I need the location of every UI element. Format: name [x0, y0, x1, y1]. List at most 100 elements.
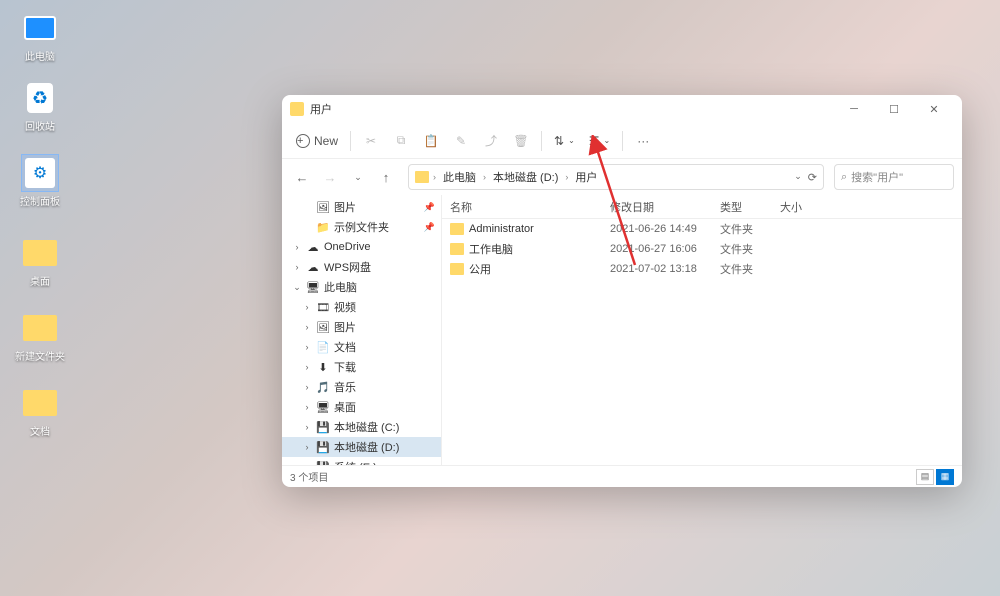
- toolbar: + New ✂ ⧉ 📋 ✎ ⤴ 🗑 ⇅⌄ ☰⌄ ···: [282, 123, 962, 159]
- cpl-icon: ⚙: [22, 155, 58, 191]
- close-button[interactable]: ✕: [914, 95, 954, 123]
- chevron-icon: ›: [292, 242, 302, 252]
- table-row[interactable]: Administrator2021-06-26 14:49文件夹: [442, 219, 962, 239]
- sidebar-item[interactable]: ›🖥桌面: [282, 397, 441, 417]
- sidebar: 🖼图片📌📁示例文件夹📌›☁OneDrive›☁WPS网盘⌄🖥此电脑›🎞视频›🖼图…: [282, 195, 442, 465]
- folder-icon: [450, 223, 464, 235]
- pin-icon: 📌: [424, 202, 435, 213]
- copy-icon: ⧉: [397, 133, 406, 148]
- minimize-button[interactable]: ─: [834, 95, 874, 123]
- doc-icon: 📄: [316, 340, 330, 354]
- new-button[interactable]: + New: [290, 127, 344, 155]
- list-icon: ☰: [589, 134, 600, 148]
- breadcrumb-item[interactable]: 本地磁盘 (D:): [490, 167, 561, 187]
- navbar: ← → ⌄ ↑ › 此电脑 › 本地磁盘 (D:) › 用户 ⌄ ⟳ ⌕ 搜索"…: [282, 159, 962, 195]
- trash-icon: 🗑: [513, 134, 528, 148]
- sidebar-item[interactable]: ›🖼图片: [282, 317, 441, 337]
- recent-dropdown[interactable]: ⌄: [346, 165, 370, 189]
- sidebar-item[interactable]: ›☁WPS网盘: [282, 257, 441, 277]
- sidebar-item[interactable]: ›💾本地磁盘 (D:): [282, 437, 441, 457]
- sidebar-item[interactable]: ›💾本地磁盘 (C:): [282, 417, 441, 437]
- titlebar[interactable]: 用户 ─ ☐ ✕: [282, 95, 962, 123]
- table-row[interactable]: 工作电脑2021-06-27 16:06文件夹: [442, 239, 962, 259]
- back-button[interactable]: ←: [290, 165, 314, 189]
- folder-icon: [22, 235, 58, 271]
- view-details-button[interactable]: ▤: [916, 469, 934, 485]
- chevron-icon: ›: [292, 262, 302, 272]
- chevron-icon: ⌄: [292, 282, 302, 293]
- scissors-icon: ✂: [366, 134, 376, 148]
- sidebar-item[interactable]: ⌄🖥此电脑: [282, 277, 441, 297]
- address-bar[interactable]: › 此电脑 › 本地磁盘 (D:) › 用户 ⌄ ⟳: [408, 164, 824, 190]
- file-list: Administrator2021-06-26 14:49文件夹工作电脑2021…: [442, 219, 962, 465]
- pc-icon: 🖥: [306, 280, 320, 294]
- plus-icon: +: [296, 134, 310, 148]
- item-count: 3 个项目: [290, 469, 328, 484]
- statusbar: 3 个项目 ▤ ▦: [282, 465, 962, 487]
- chevron-icon: ›: [302, 322, 312, 332]
- more-button[interactable]: ···: [629, 127, 657, 155]
- chevron-icon: ›: [302, 442, 312, 452]
- chevron-down-icon[interactable]: ⌄: [794, 171, 802, 184]
- col-date[interactable]: 修改日期: [602, 199, 712, 215]
- rename-icon: ✎: [456, 134, 466, 148]
- cloud2-icon: ☁: [306, 260, 320, 274]
- music-icon: 🎵: [316, 380, 330, 394]
- sidebar-item[interactable]: ›☁OneDrive: [282, 237, 441, 257]
- sidebar-item[interactable]: ›💾系统 (E:): [282, 457, 441, 465]
- breadcrumb-item[interactable]: 用户: [572, 167, 600, 187]
- share-button[interactable]: ⤴: [477, 127, 505, 155]
- drive-icon: 💾: [316, 440, 330, 454]
- table-row[interactable]: 公用2021-07-02 13:18文件夹: [442, 259, 962, 279]
- content-pane: 名称 修改日期 类型 大小 Administrator2021-06-26 14…: [442, 195, 962, 465]
- video-icon: 🎞: [316, 300, 330, 314]
- forward-button[interactable]: →: [318, 165, 342, 189]
- search-input[interactable]: ⌕ 搜索"用户": [834, 164, 954, 190]
- desktop-icon-新建文件夹[interactable]: 新建文件夹: [10, 310, 70, 363]
- folder-icon: [22, 385, 58, 421]
- chevron-icon: ›: [302, 382, 312, 392]
- folder-icon: 📁: [316, 220, 330, 234]
- search-icon: ⌕: [841, 171, 847, 184]
- refresh-icon[interactable]: ⟳: [808, 171, 817, 184]
- folder-icon: [415, 171, 429, 183]
- maximize-button[interactable]: ☐: [874, 95, 914, 123]
- chevron-icon: ›: [302, 302, 312, 312]
- sidebar-item[interactable]: ›🎵音乐: [282, 377, 441, 397]
- desk-icon: 🖥: [316, 400, 330, 414]
- sidebar-item[interactable]: ›🎞视频: [282, 297, 441, 317]
- desktop-icon-桌面[interactable]: 桌面: [10, 235, 70, 288]
- col-type[interactable]: 类型: [712, 199, 772, 215]
- drive-icon: 💾: [316, 420, 330, 434]
- desktop-icon-回收站[interactable]: ♻回收站: [10, 80, 70, 133]
- view-icons-button[interactable]: ▦: [936, 469, 954, 485]
- folder-icon: [450, 243, 464, 255]
- bin-icon: ♻: [22, 80, 58, 116]
- sort-button[interactable]: ⇅⌄: [548, 127, 581, 155]
- copy-button[interactable]: ⧉: [387, 127, 415, 155]
- folder-icon: [22, 310, 58, 346]
- file-explorer-window: 用户 ─ ☐ ✕ + New ✂ ⧉ 📋 ✎ ⤴ 🗑 ⇅⌄ ☰⌄ ··· ← →…: [282, 95, 962, 487]
- up-button[interactable]: ↑: [374, 165, 398, 189]
- sidebar-item[interactable]: 🖼图片📌: [282, 197, 441, 217]
- breadcrumb-item[interactable]: 此电脑: [440, 167, 479, 187]
- desktop-icon-控制面板[interactable]: ⚙控制面板: [10, 155, 70, 208]
- pic-icon: 🖼: [316, 200, 330, 214]
- col-size[interactable]: 大小: [772, 199, 832, 215]
- sidebar-item[interactable]: ›⬇下载: [282, 357, 441, 377]
- desktop-icon-此电脑[interactable]: 此电脑: [10, 10, 70, 63]
- delete-button[interactable]: 🗑: [507, 127, 535, 155]
- sidebar-item[interactable]: ›📄文档: [282, 337, 441, 357]
- sidebar-item[interactable]: 📁示例文件夹📌: [282, 217, 441, 237]
- desktop-icon-文档[interactable]: 文档: [10, 385, 70, 438]
- cut-button[interactable]: ✂: [357, 127, 385, 155]
- chevron-icon: ›: [302, 422, 312, 432]
- view-button[interactable]: ☰⌄: [583, 127, 616, 155]
- rename-button[interactable]: ✎: [447, 127, 475, 155]
- paste-button[interactable]: 📋: [417, 127, 445, 155]
- column-headers: 名称 修改日期 类型 大小: [442, 195, 962, 219]
- share-icon: ⤴: [485, 132, 497, 149]
- chevron-icon: ›: [302, 362, 312, 372]
- col-name[interactable]: 名称: [442, 199, 602, 215]
- cloud-icon: ☁: [306, 240, 320, 254]
